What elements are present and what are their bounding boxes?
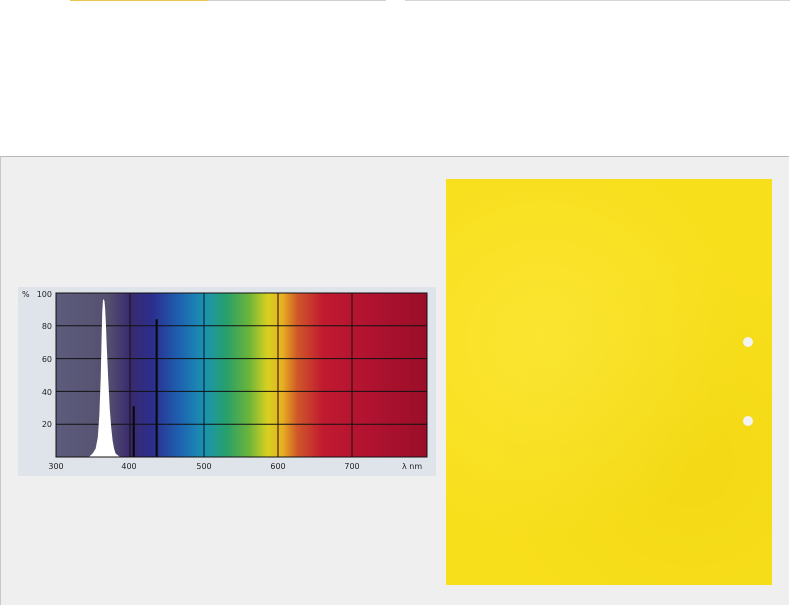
x-tick-label-600: 600: [270, 462, 285, 471]
x-tick-label-300: 300: [48, 462, 63, 471]
top-strip-yellow-segment: [70, 0, 208, 1]
y-tick-label-40: 40: [42, 388, 52, 397]
hanging-hole-top: [743, 337, 753, 347]
x-tick-label-700: 700: [344, 462, 359, 471]
x-axis-label: λ nm: [402, 462, 422, 471]
top-strip-grey-segment: [208, 0, 386, 1]
top-strip-right-segment: [405, 0, 790, 1]
yellow-sticky-trap-card: [446, 179, 772, 585]
x-tick-label-500: 500: [196, 462, 211, 471]
y-tick-label-20: 20: [42, 420, 52, 429]
top-edge-strip: [0, 0, 790, 2]
y-tick-label-60: 60: [42, 355, 52, 364]
y-tick-label-80: 80: [42, 322, 52, 331]
x-tick-label-400: 400: [121, 462, 136, 471]
y-tick-label-100: 100: [37, 290, 52, 299]
y-axis-label: %: [22, 290, 30, 299]
spectrum-chart-svg: % 100 80 60 40 20 300 400 500 600 700 λ …: [22, 290, 428, 471]
spectrum-chart: % 100 80 60 40 20 300 400 500 600 700 λ …: [18, 287, 436, 476]
hanging-hole-bottom: [743, 416, 753, 426]
